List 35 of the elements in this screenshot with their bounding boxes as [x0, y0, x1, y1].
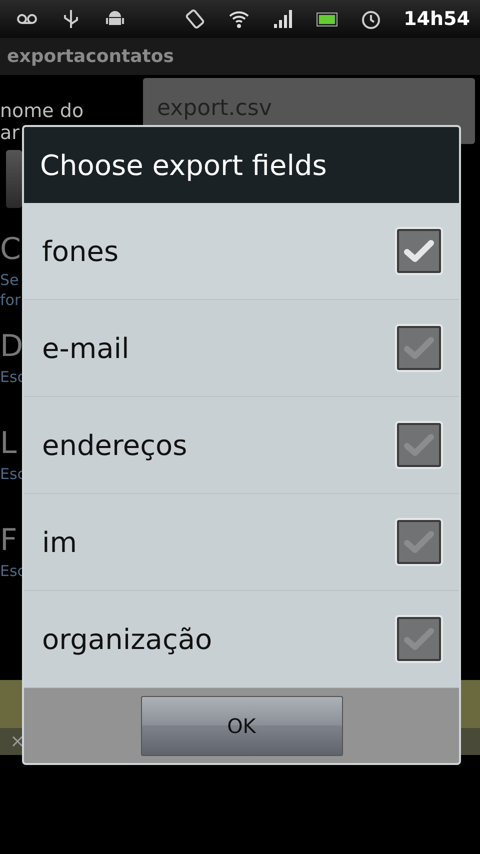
- checkbox[interactable]: [397, 617, 441, 661]
- ok-button[interactable]: OK: [140, 696, 342, 756]
- section-heading: D: [0, 328, 24, 366]
- clock-time: 14h54: [404, 8, 470, 30]
- checkmark-icon: [403, 432, 435, 458]
- checkbox[interactable]: [397, 229, 441, 273]
- option-label: fones: [42, 234, 119, 268]
- screen-rotation-icon: [184, 8, 206, 30]
- checkmark-icon: [403, 238, 435, 264]
- background-button[interactable]: [6, 150, 22, 208]
- field-option[interactable]: e-mail: [24, 300, 459, 397]
- section-heading: C: [0, 231, 21, 269]
- section-heading: L: [0, 425, 17, 463]
- option-label: im: [42, 526, 78, 558]
- section-heading: F: [0, 522, 18, 560]
- section-description: Se: [0, 270, 19, 290]
- checkbox[interactable]: [397, 520, 441, 564]
- section-description: for: [0, 290, 21, 310]
- checkmark-icon: [403, 335, 435, 361]
- checkbox[interactable]: [397, 423, 441, 467]
- field-label: nome do: [0, 100, 85, 122]
- checkmark-icon: [403, 626, 435, 652]
- field-option[interactable]: fones: [24, 203, 459, 300]
- field-label: ar: [0, 122, 20, 144]
- app-title: exportacontatos: [7, 46, 174, 67]
- option-label: organização: [42, 622, 212, 656]
- alarm-clock-icon: [360, 8, 382, 30]
- dialog-title: Choose export fields: [40, 148, 327, 182]
- checkmark-icon: [403, 529, 435, 555]
- checkbox[interactable]: [397, 326, 441, 370]
- field-option[interactable]: im: [24, 494, 459, 591]
- field-option[interactable]: endereços: [24, 397, 459, 494]
- option-label: e-mail: [42, 332, 130, 364]
- signal-icon: [272, 8, 294, 30]
- option-label: endereços: [42, 428, 188, 462]
